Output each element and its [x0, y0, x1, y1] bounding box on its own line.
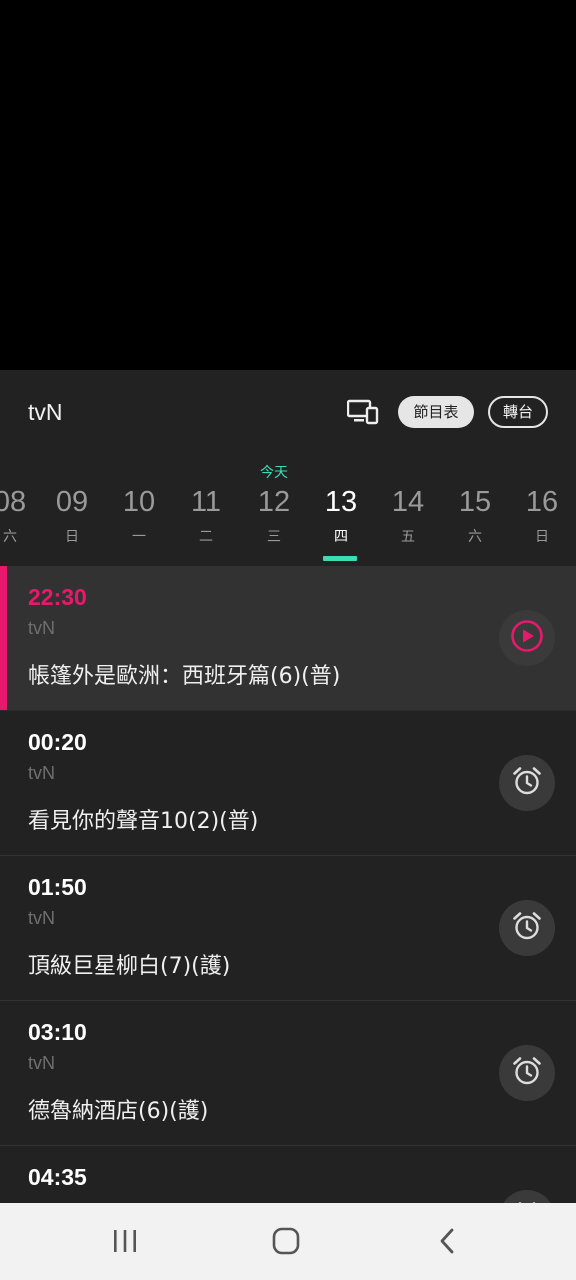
- day-item[interactable]: 08 六: [0, 485, 40, 546]
- day-item-selected[interactable]: 13 四: [311, 485, 371, 546]
- day-weekday: 日: [65, 529, 79, 545]
- day-item[interactable]: 14 五: [378, 485, 438, 546]
- program-title: 頂級巨星柳白(7)(護): [28, 954, 231, 979]
- program-time: 00:20: [28, 729, 87, 755]
- program-row[interactable]: 03:10 tvN 德魯納酒店(6)(護): [0, 1001, 576, 1146]
- program-row[interactable]: 01:50 tvN 頂級巨星柳白(7)(護): [0, 856, 576, 1001]
- program-time: 03:10: [28, 1019, 87, 1045]
- day-item[interactable]: 11 二: [176, 485, 236, 546]
- day-weekday: 六: [3, 529, 17, 545]
- program-row-live[interactable]: 22:30 tvN 帳篷外是歐洲：西班牙篇(6)(普): [0, 566, 576, 711]
- epg-panel: tvN 節目表 轉台 今天 08 六 09 日 10 一 11 二 12 三 1…: [0, 370, 576, 1203]
- day-weekday: 一: [132, 529, 146, 545]
- day-weekday: 六: [468, 529, 482, 545]
- day-weekday: 四: [334, 529, 348, 545]
- home-icon: [271, 1226, 301, 1260]
- day-number: 15: [458, 486, 492, 518]
- back-icon: [437, 1227, 459, 1259]
- alarm-icon: [511, 765, 543, 801]
- alarm-icon: [511, 1055, 543, 1091]
- recent-apps-icon: [111, 1228, 139, 1258]
- day-weekday: 五: [401, 529, 415, 545]
- day-item-today[interactable]: 12 三: [244, 485, 304, 546]
- day-number: 14: [391, 486, 425, 518]
- program-title: 帳篷外是歐洲：西班牙篇(6)(普): [28, 664, 341, 689]
- selected-day-indicator: [323, 556, 357, 561]
- schedule-button[interactable]: 節目表: [398, 396, 474, 428]
- day-number: 08: [0, 486, 27, 518]
- channel-name: tvN: [28, 399, 63, 425]
- program-list[interactable]: 22:30 tvN 帳篷外是歐洲：西班牙篇(6)(普) 00:20 tvN 看見…: [0, 566, 576, 1203]
- reminder-button[interactable]: [499, 1190, 555, 1203]
- program-title: 看見你的聲音10(2)(普): [28, 809, 259, 834]
- day-number: 13: [324, 486, 358, 518]
- date-selector[interactable]: 今天 08 六 09 日 10 一 11 二 12 三 13 四 14 五 15…: [0, 456, 576, 566]
- video-player[interactable]: [0, 0, 576, 370]
- program-title: 德魯納酒店(6)(護): [28, 1099, 209, 1124]
- channel-header: tvN 節目表 轉台: [0, 370, 576, 456]
- live-indicator: [0, 566, 7, 710]
- day-weekday: 二: [199, 529, 213, 545]
- day-number: 11: [190, 486, 222, 518]
- day-item[interactable]: 09 日: [42, 485, 102, 546]
- switch-channel-button[interactable]: 轉台: [488, 396, 548, 428]
- reminder-button[interactable]: [499, 755, 555, 811]
- day-weekday: 三: [267, 529, 281, 545]
- program-channel: tvN: [28, 618, 55, 638]
- system-navigation-bar: [0, 1203, 576, 1280]
- home-button[interactable]: [266, 1225, 306, 1261]
- program-channel: tvN: [28, 1053, 55, 1073]
- reminder-button[interactable]: [499, 1045, 555, 1101]
- program-time: 22:30: [28, 584, 87, 610]
- cast-device-icon[interactable]: [346, 399, 379, 425]
- program-row[interactable]: 00:20 tvN 看見你的聲音10(2)(普): [0, 711, 576, 856]
- day-number: 12: [257, 486, 291, 518]
- reminder-button[interactable]: [499, 900, 555, 956]
- day-number: 16: [525, 486, 559, 518]
- today-label: 今天: [260, 465, 288, 481]
- day-number: 10: [122, 486, 156, 518]
- back-button[interactable]: [428, 1225, 468, 1261]
- program-channel: tvN: [28, 763, 55, 783]
- day-item[interactable]: 16 日: [512, 485, 572, 546]
- day-weekday: 日: [535, 529, 549, 545]
- day-item[interactable]: 15 六: [445, 485, 505, 546]
- recent-apps-button[interactable]: [105, 1225, 145, 1261]
- play-icon: [510, 619, 544, 657]
- program-row[interactable]: 04:35: [0, 1146, 576, 1203]
- day-number: 09: [55, 486, 89, 518]
- program-time: 01:50: [28, 874, 87, 900]
- day-item[interactable]: 10 一: [109, 485, 169, 546]
- play-button[interactable]: [499, 610, 555, 666]
- alarm-icon: [511, 910, 543, 946]
- program-channel: tvN: [28, 908, 55, 928]
- program-time: 04:35: [28, 1164, 87, 1190]
